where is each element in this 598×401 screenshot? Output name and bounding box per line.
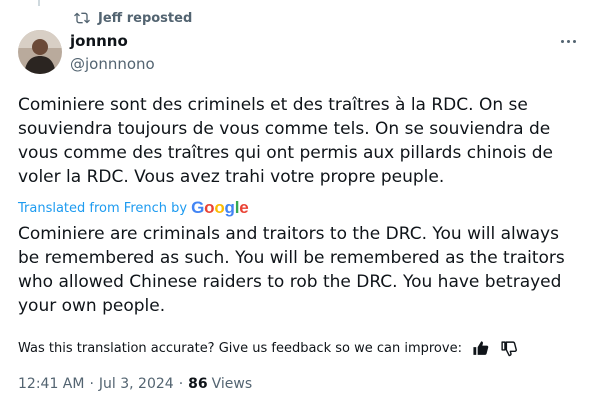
tweet-date[interactable]: Jul 3, 2024 <box>99 376 174 392</box>
author-name[interactable]: jonnno <box>70 32 128 50</box>
tweet-time[interactable]: 12:41 AM <box>18 376 84 392</box>
google-logo: Google <box>191 198 249 217</box>
meta-separator-2: · <box>178 376 184 392</box>
thumbs-up-icon[interactable] <box>472 339 490 357</box>
views-label[interactable]: Views <box>212 376 253 392</box>
translated-from-label: Translated from French by <box>18 200 188 216</box>
author-handle[interactable]: @jonnnono <box>70 55 155 73</box>
repost-icon <box>74 10 90 26</box>
tweet-translated-text: Cominiere are criminals and traitors to … <box>18 224 565 316</box>
tweet-meta: 12:41 AM · Jul 3, 2024 · 86 Views <box>18 375 252 393</box>
tweet-original-text: Cominiere sont des criminels et des traî… <box>18 95 553 187</box>
thumbs-down-icon[interactable] <box>500 339 518 357</box>
avatar[interactable] <box>18 30 62 74</box>
repost-context[interactable]: Jeff reposted <box>74 8 192 28</box>
more-options-icon[interactable] <box>556 32 580 50</box>
repost-label: Jeff reposted <box>98 10 193 26</box>
views-count[interactable]: 86 <box>188 376 207 392</box>
translation-attribution[interactable]: Translated from French by Google <box>18 198 249 218</box>
translation-feedback: Was this translation accurate? Give us f… <box>18 337 518 359</box>
feedback-prompt: Was this translation accurate? Give us f… <box>18 340 462 356</box>
meta-separator: · <box>89 376 94 392</box>
thread-connector-line <box>38 0 40 6</box>
